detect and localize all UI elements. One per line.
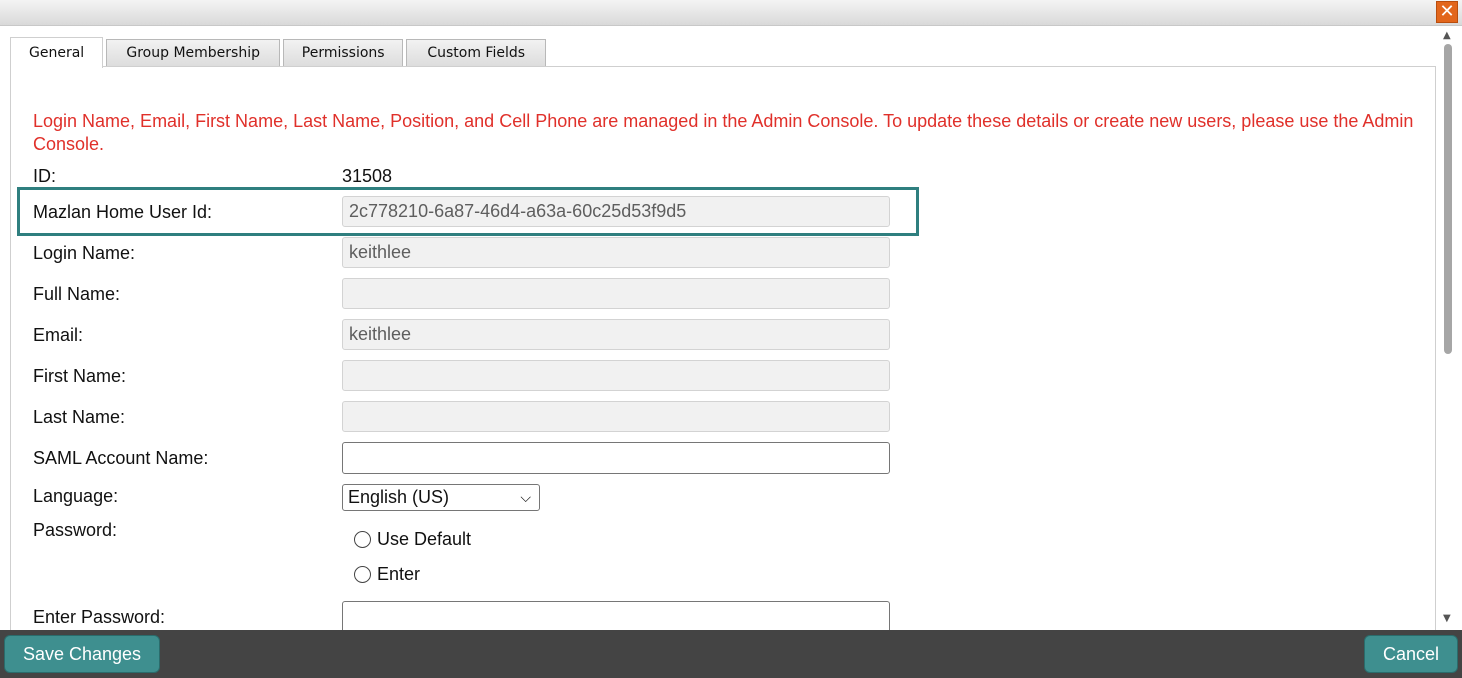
first-name-label: First Name:	[33, 366, 127, 386]
password-label: Password:	[33, 520, 118, 540]
last-name-field	[342, 401, 890, 432]
full-name-label: Full Name:	[33, 284, 121, 304]
scroll-thumb[interactable]	[1444, 44, 1452, 354]
save-changes-button[interactable]: Save Changes	[4, 635, 160, 673]
tab-general[interactable]: General	[10, 37, 104, 68]
radio-enter[interactable]	[354, 566, 371, 583]
tab-custom-fields[interactable]: Custom Fields	[406, 39, 547, 67]
scroll-down-icon[interactable]: ▼	[1443, 613, 1451, 624]
first-name-field	[342, 360, 890, 391]
last-name-label: Last Name:	[33, 407, 126, 427]
login-name-label: Login Name:	[33, 243, 136, 263]
home-user-id-label: Mazlan Home User Id:	[33, 202, 213, 222]
tab-group-membership[interactable]: Group Membership	[106, 39, 281, 67]
dialog-footer: Save Changes Cancel	[0, 630, 1462, 678]
vertical-scrollbar[interactable]: ▲ ▼	[1442, 26, 1454, 630]
password-option-use-default[interactable]: Use Default	[354, 529, 471, 550]
login-name-field: keithlee	[342, 237, 890, 268]
password-option-enter[interactable]: Enter	[354, 564, 420, 585]
enter-password-label: Enter Password:	[33, 607, 166, 627]
id-value: 31508	[342, 166, 393, 186]
radio-enter-label: Enter	[377, 564, 421, 584]
tab-permissions[interactable]: Permissions	[283, 39, 404, 67]
language-select[interactable]: English (US) ⌵	[342, 484, 540, 511]
chevron-down-icon: ⌵	[520, 489, 531, 505]
radio-use-default-label: Use Default	[377, 529, 472, 549]
id-label: ID:	[33, 166, 57, 186]
saml-account-name-input[interactable]	[342, 442, 890, 474]
email-label: Email:	[33, 325, 84, 345]
tab-bar: General Group Membership Permissions Cus…	[10, 36, 549, 68]
language-label: Language:	[33, 486, 119, 506]
dialog-titlebar: ✕	[0, 0, 1462, 26]
home-user-id-field: 2c778210-6a87-46d4-a63a-60c25d53f9d5	[342, 196, 890, 227]
email-field: keithlee	[342, 319, 890, 350]
user-edit-dialog: General Group Membership Permissions Cus…	[0, 26, 1462, 636]
admin-console-notice: Login Name, Email, First Name, Last Name…	[33, 111, 1414, 154]
close-icon[interactable]: ✕	[1436, 1, 1458, 23]
enter-password-input[interactable]	[342, 601, 890, 630]
cancel-button[interactable]: Cancel	[1364, 635, 1458, 673]
full-name-field	[342, 278, 890, 309]
language-selected-value: English (US)	[348, 487, 450, 507]
saml-account-name-label: SAML Account Name:	[33, 448, 209, 468]
scroll-up-icon[interactable]: ▲	[1443, 30, 1451, 41]
radio-use-default[interactable]	[354, 531, 371, 548]
